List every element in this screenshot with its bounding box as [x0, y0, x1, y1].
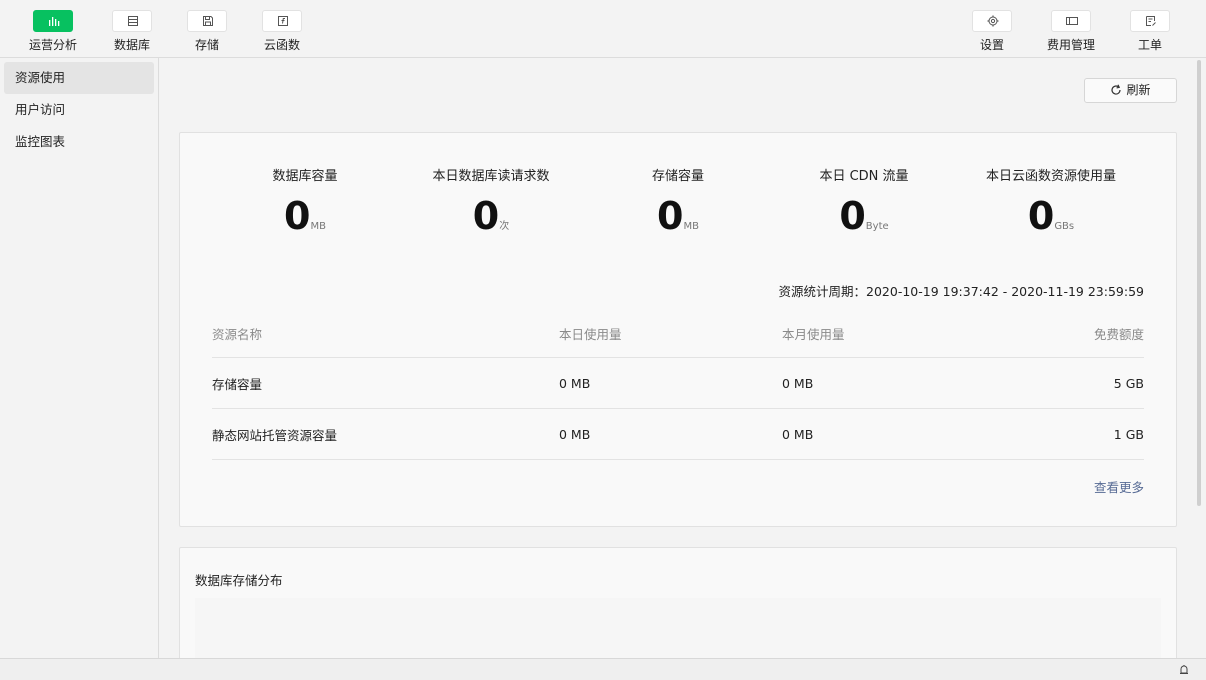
bar-chart-icon: [33, 10, 73, 32]
stat-label: 本日 CDN 流量: [819, 169, 909, 184]
table-header-cell: 免费额度: [1093, 326, 1144, 342]
resource-table: 资源名称 本日使用量 本月使用量 免费额度 存储容量 0 MB 0 MB 5 G…: [212, 309, 1144, 460]
table-header-cell: 本月使用量: [782, 326, 845, 342]
toolbar-cloud-function-label: 云函数: [263, 38, 300, 52]
table-row: 静态网站托管资源容量 0 MB 0 MB 1 GB: [212, 409, 1144, 460]
table-cell: 静态网站托管资源容量: [212, 427, 338, 443]
db-storage-distribution-card: 数据库存储分布: [179, 547, 1177, 668]
toolbar-ticket-label: 工单: [1137, 38, 1162, 52]
database-icon: [112, 10, 152, 32]
ticket-icon: [1130, 10, 1170, 32]
stat-unit: 次: [499, 221, 510, 232]
stat-unit: GBs: [1054, 221, 1075, 232]
gear-icon: [972, 10, 1012, 32]
stat-unit: MB: [683, 221, 699, 232]
toolbar-storage-button[interactable]: 存储: [177, 10, 237, 53]
table-header-cell: 资源名称: [212, 326, 263, 342]
billing-icon: [1051, 10, 1091, 32]
table-cell: 存储容量: [212, 376, 263, 392]
toolbar-settings-button[interactable]: 设置: [962, 10, 1022, 53]
stat-label: 本日数据库读请求数: [432, 169, 550, 184]
stat-value: 0: [1027, 194, 1055, 238]
stat-label: 本日云函数资源使用量: [985, 169, 1116, 184]
stat-label: 存储容量: [651, 169, 704, 184]
toolbar-analytics-label: 运营分析: [28, 38, 77, 52]
table-cell: 0 MB: [782, 375, 814, 391]
stat-unit: MB: [310, 221, 326, 232]
stat-value: 0: [284, 194, 311, 238]
bell-icon[interactable]: [1178, 664, 1190, 680]
stat-value: 0: [472, 194, 500, 238]
table-header-row: 资源名称 本日使用量 本月使用量 免费额度: [212, 309, 1144, 358]
toolbar-analytics-button[interactable]: 运营分析: [23, 10, 83, 53]
top-toolbar: 运营分析 数据库 存储 云函数 设置 费用管理 工单: [0, 0, 1206, 58]
sidebar-item-monitor-charts[interactable]: 监控图表: [4, 126, 154, 158]
stat-cloud-function-usage: 本日云函数资源使用量 0GBs: [961, 165, 1141, 238]
stat-unit: Byte: [865, 221, 889, 232]
table-cell: 0 MB: [559, 426, 591, 442]
status-bar: [0, 658, 1206, 680]
stat-period: 资源统计周期：2020-10-19 19:37:42 - 2020-11-19 …: [778, 284, 1144, 299]
stat-db-capacity: 数据库容量 0MB: [215, 165, 395, 238]
sidebar: 资源使用 用户访问 监控图表: [0, 58, 159, 658]
view-more-link[interactable]: 查看更多: [1094, 477, 1144, 496]
table-cell: 0 MB: [559, 375, 591, 391]
sidebar-item-resource-usage[interactable]: 资源使用: [4, 62, 154, 94]
toolbar-database-label: 数据库: [113, 38, 150, 52]
cloud-function-icon: [262, 10, 302, 32]
refresh-icon: [1111, 84, 1122, 95]
refresh-button[interactable]: 刷新: [1084, 78, 1177, 103]
vertical-scrollbar[interactable]: [1197, 60, 1201, 506]
table-cell: 0 MB: [782, 426, 814, 442]
toolbar-storage-label: 存储: [194, 38, 219, 52]
refresh-label: 刷新: [1126, 83, 1151, 97]
table-cell: 1 GB: [1113, 426, 1144, 442]
table-row: 存储容量 0 MB 0 MB 5 GB: [212, 358, 1144, 409]
storage-icon: [187, 10, 227, 32]
stat-cdn-traffic: 本日 CDN 流量 0Byte: [774, 165, 954, 238]
table-header-cell: 本日使用量: [559, 326, 622, 342]
main-content: 刷新 数据库容量 0MB 本日数据库读请求数 0次 存储容量 0MB 本日 CD…: [160, 58, 1206, 668]
toolbar-settings-label: 设置: [979, 38, 1004, 52]
table-cell: 5 GB: [1113, 375, 1144, 391]
stat-value: 0: [839, 194, 866, 238]
stat-value: 0: [657, 194, 684, 238]
toolbar-cloud-function-button[interactable]: 云函数: [252, 10, 312, 53]
sidebar-item-user-access[interactable]: 用户访问: [4, 94, 154, 126]
toolbar-billing-label: 费用管理: [1046, 38, 1095, 52]
resource-usage-card: 数据库容量 0MB 本日数据库读请求数 0次 存储容量 0MB 本日 CDN 流…: [179, 132, 1177, 527]
toolbar-database-button[interactable]: 数据库: [102, 10, 162, 53]
section-title: 数据库存储分布: [195, 573, 283, 588]
stat-label: 数据库容量: [272, 169, 338, 184]
toolbar-billing-button[interactable]: 费用管理: [1041, 10, 1101, 53]
toolbar-ticket-button[interactable]: 工单: [1120, 10, 1180, 53]
stat-db-reads: 本日数据库读请求数 0次: [401, 165, 581, 238]
stat-storage-capacity: 存储容量 0MB: [588, 165, 768, 238]
